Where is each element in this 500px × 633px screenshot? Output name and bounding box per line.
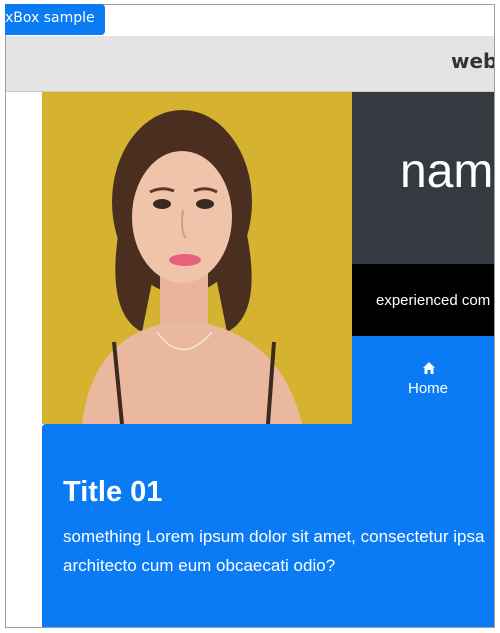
top-navbar: web <box>6 36 494 92</box>
card-body: something Lorem ipsum dolor sit amet, co… <box>63 527 485 575</box>
site-brand[interactable]: web <box>451 49 494 73</box>
profile-name: nam <box>400 145 494 198</box>
profile-photo <box>42 92 352 424</box>
browser-frame: web nam experienced com Home Title 01 so… <box>5 4 495 628</box>
tagline-banner: experienced com <box>352 264 494 336</box>
home-icon <box>422 360 436 374</box>
profile-tagline: experienced com <box>376 292 491 309</box>
name-banner: nam <box>352 92 494 264</box>
portrait-image <box>42 92 352 424</box>
nav-home-button[interactable]: Home <box>352 336 494 424</box>
card-title: Title 01 <box>63 476 163 508</box>
nav-home-label: Home <box>408 380 449 397</box>
content-card: Title 01 something Lorem ipsum dolor sit… <box>42 424 494 627</box>
sample-tab[interactable]: xBox sample <box>5 4 105 35</box>
